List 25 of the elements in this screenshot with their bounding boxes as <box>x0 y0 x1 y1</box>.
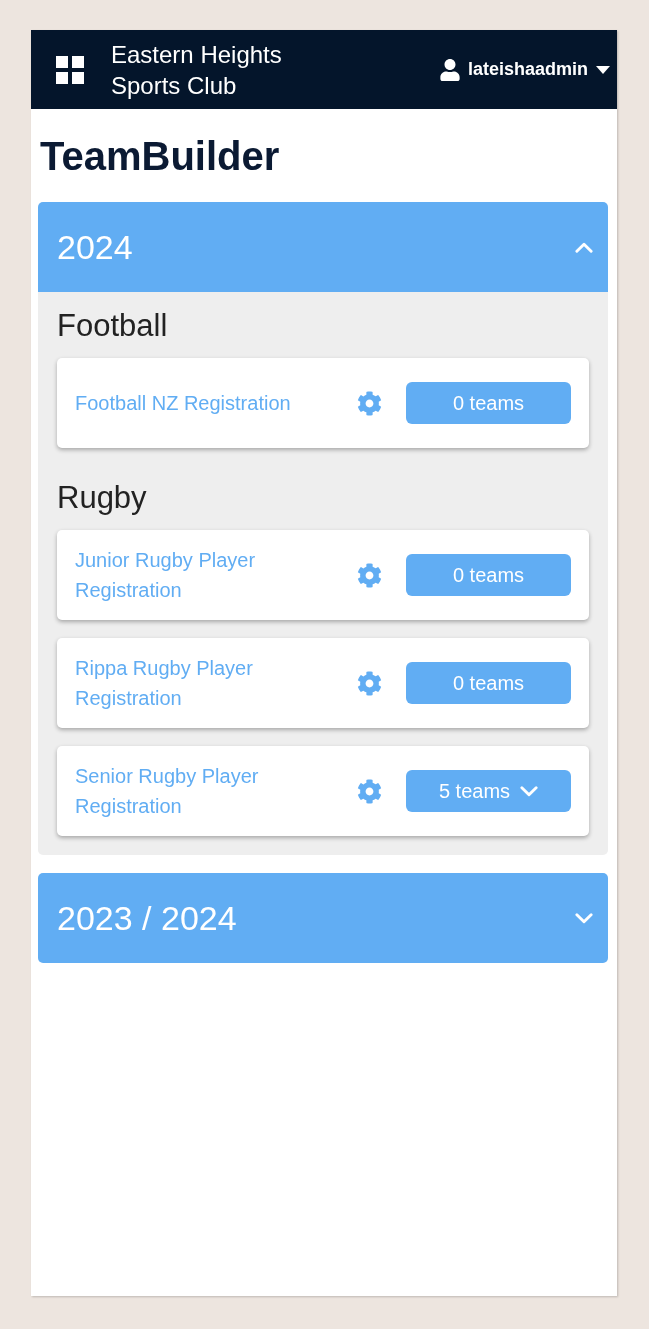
registration-link[interactable]: Senior Rugby Player Registration <box>75 761 335 821</box>
teams-button[interactable]: 5 teams <box>406 770 571 812</box>
apps-grid-icon[interactable] <box>56 55 84 84</box>
club-name: Eastern Heights Sports Club <box>111 39 283 101</box>
settings-icon[interactable] <box>357 778 382 804</box>
teams-button[interactable]: 0 teams <box>406 554 571 596</box>
settings-icon[interactable] <box>357 390 382 416</box>
sport-heading: Football <box>57 307 168 345</box>
settings-icon[interactable] <box>357 562 382 588</box>
chevron-down-icon <box>520 785 539 797</box>
settings-icon[interactable] <box>357 670 382 696</box>
chevron-up-icon <box>575 241 593 253</box>
sport-heading: Rugby <box>57 479 147 517</box>
caret-down-icon <box>596 65 610 74</box>
registration-link[interactable]: Football NZ Registration <box>75 388 291 418</box>
chevron-down-icon <box>575 912 593 924</box>
user-icon <box>439 58 460 81</box>
page-title: TeamBuilder <box>40 133 280 180</box>
registration-link[interactable]: Junior Rugby Player Registration <box>75 545 335 605</box>
teams-button[interactable]: 0 teams <box>406 662 571 704</box>
season-accordion-header[interactable]: 2024 <box>38 202 608 292</box>
season-accordion-header[interactable]: 2023 / 2024 <box>38 873 608 963</box>
teams-button[interactable]: 0 teams <box>406 382 571 424</box>
user-menu-button[interactable]: lateishaadmin <box>439 56 610 83</box>
registration-link[interactable]: Rippa Rugby Player Registration <box>75 653 335 713</box>
